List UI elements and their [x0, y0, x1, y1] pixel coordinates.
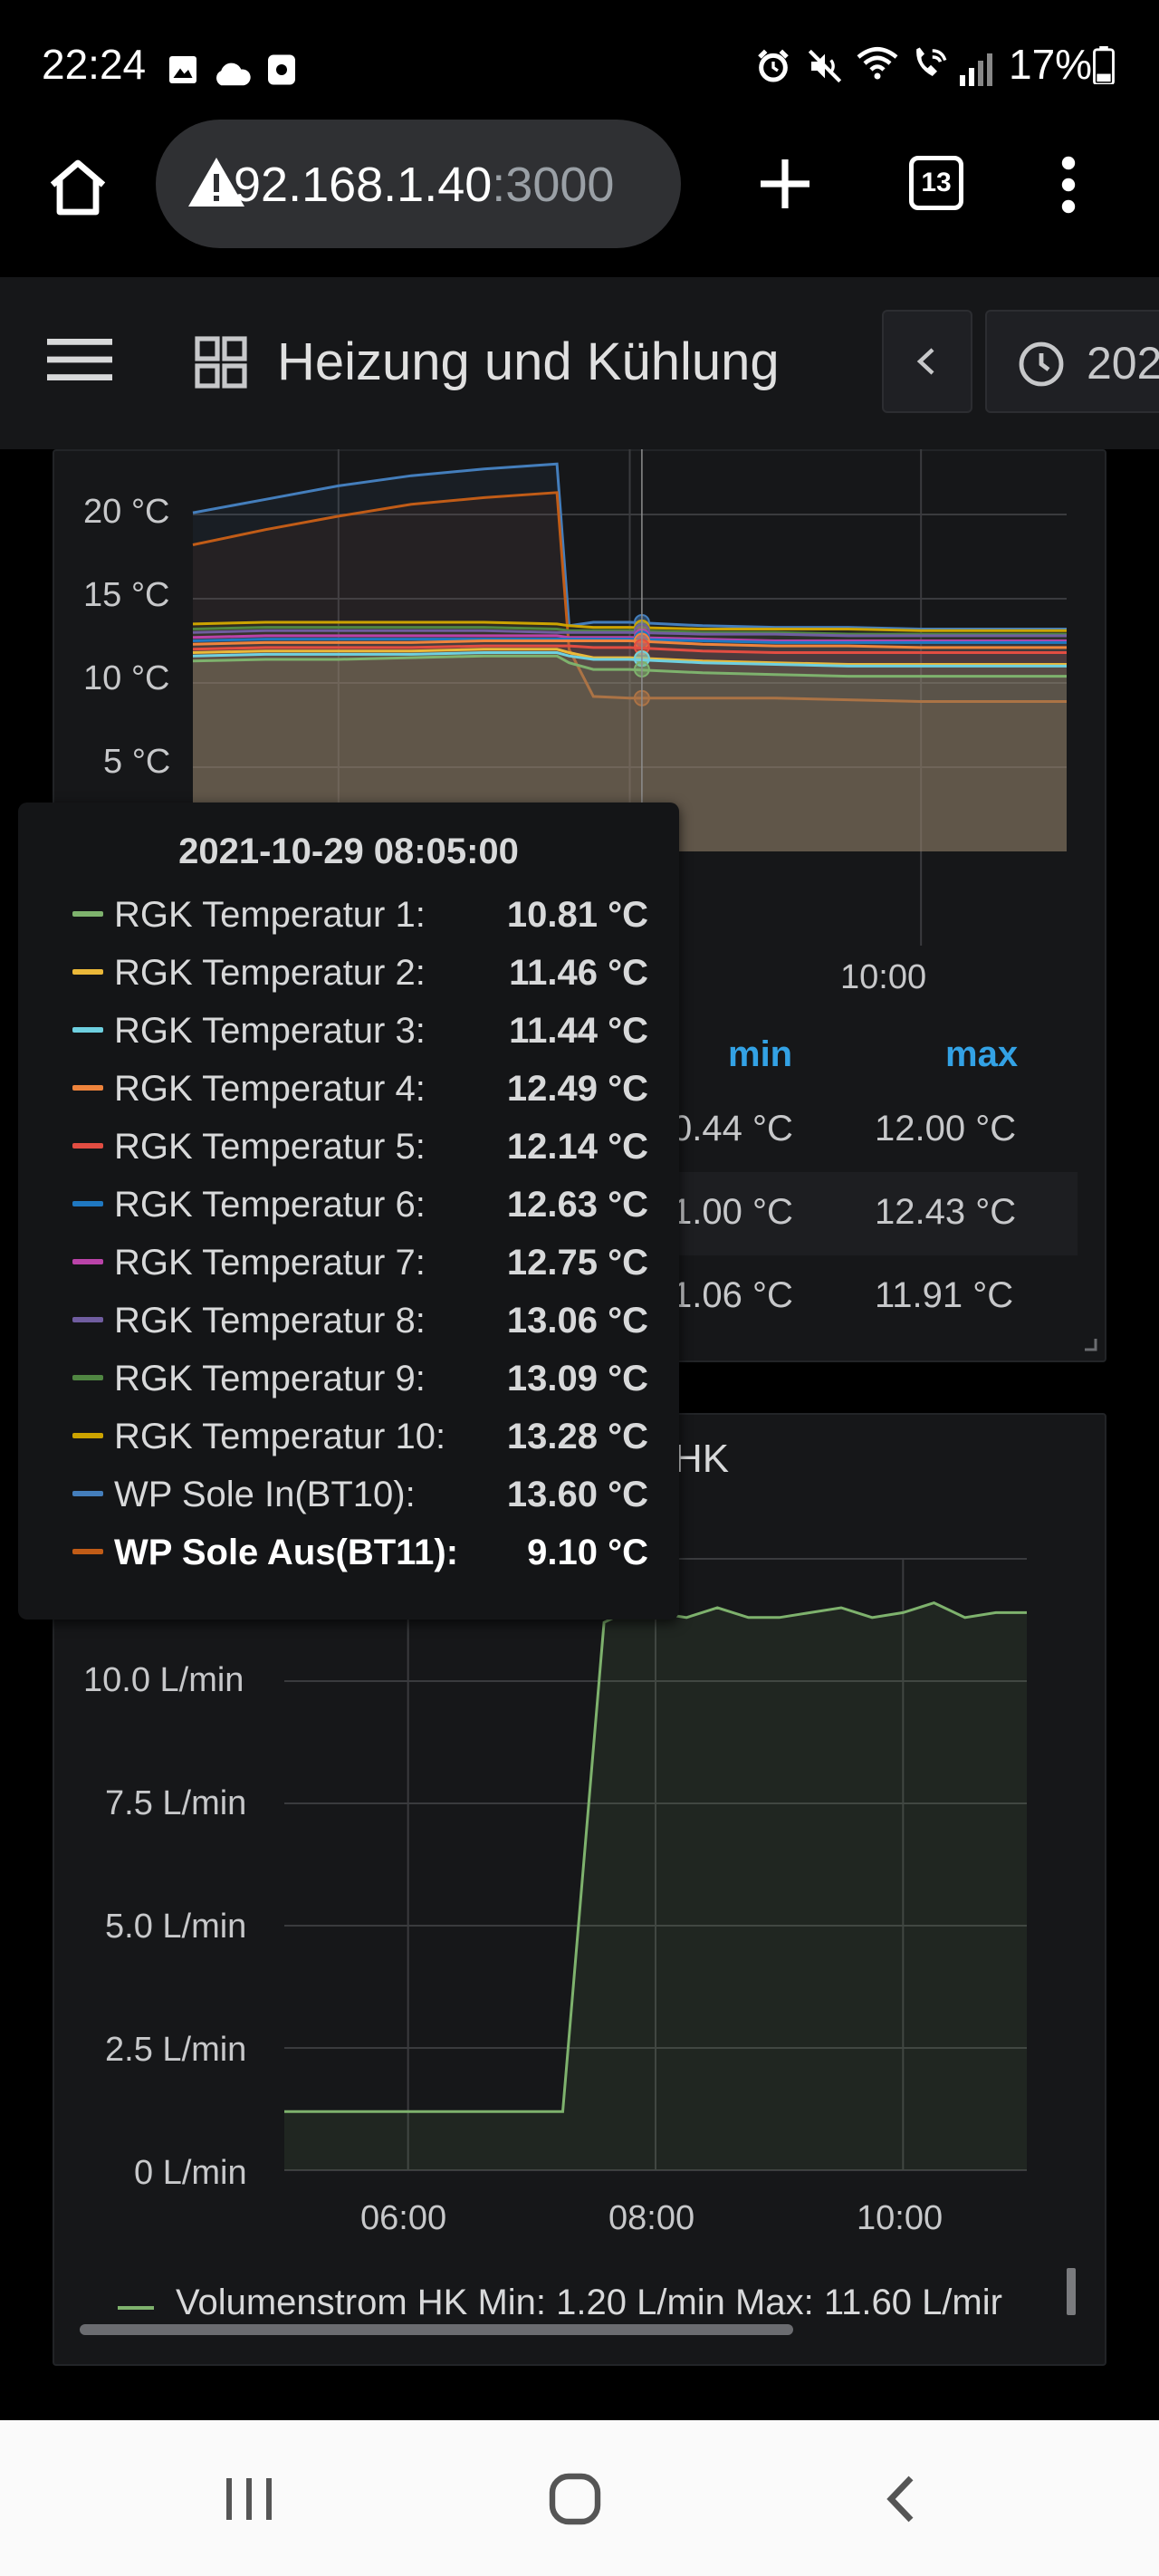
- tooltip-swatch: [72, 1549, 103, 1554]
- recent-apps-icon[interactable]: [223, 2475, 277, 2528]
- url-port: :3000: [492, 158, 615, 212]
- flow-x-tick: 08:00: [608, 2199, 695, 2237]
- legend-max-value: 12.43 °C: [875, 1192, 1017, 1232]
- flow-y-tick: 0 L/min: [134, 2154, 247, 2192]
- url-text[interactable]: 92.168.1.40:3000: [234, 157, 614, 213]
- legend-header-min[interactable]: min: [728, 1034, 792, 1075]
- back-nav-icon[interactable]: [882, 2473, 918, 2530]
- dashboard-title[interactable]: Heizung und Kühlung: [277, 332, 780, 392]
- new-tab-button[interactable]: [757, 156, 813, 216]
- status-bar: 22:24 17%: [0, 0, 1159, 127]
- time-range-text: 202: [1087, 338, 1159, 389]
- menu-icon[interactable]: [47, 339, 112, 385]
- status-time: 22:24: [42, 41, 147, 88]
- flow-y-tick: 2.5 L/min: [105, 2031, 247, 2069]
- tooltip-row: RGK Temperatur 9: 13.09 °C: [54, 1351, 670, 1406]
- home-nav-icon[interactable]: [547, 2471, 603, 2532]
- tooltip-swatch: [72, 1491, 103, 1496]
- tab-count: 13: [921, 168, 952, 197]
- cloud-icon: [212, 49, 252, 98]
- tooltip-swatch: [72, 1085, 103, 1091]
- flow-legend-swatch: [118, 2306, 154, 2310]
- tooltip-row: RGK Temperatur 1: 10.81 °C: [54, 888, 670, 942]
- legend-max-value: 12.00 °C: [875, 1109, 1017, 1149]
- time-back-button[interactable]: [882, 310, 972, 413]
- flow-legend-text[interactable]: Volumenstrom HK Min: 1.20 L/min Max: 11.…: [176, 2283, 1079, 2323]
- tooltip-row: RGK Temperatur 7: 12.75 °C: [54, 1235, 670, 1290]
- tooltip-row-active: WP Sole Aus(BT11): 9.10 °C: [54, 1525, 670, 1580]
- tooltip-row: RGK Temperatur 8: 13.06 °C: [54, 1293, 670, 1348]
- mute-icon: [806, 45, 844, 94]
- clock-icon: [1019, 341, 1064, 387]
- legend-max-value: 11.91 °C: [875, 1275, 1014, 1315]
- alarm-icon: [755, 45, 791, 94]
- tooltip-swatch: [72, 1375, 103, 1380]
- flow-y-tick: 7.5 L/min: [105, 1784, 247, 1822]
- legend-horizontal-scrollbar[interactable]: [80, 2324, 793, 2335]
- tooltip-swatch: [72, 1201, 103, 1206]
- flow-y-tick: 10.0 L/min: [83, 1661, 244, 1699]
- battery-percent: 17%: [1009, 41, 1093, 88]
- dashboard-grid-icon: [194, 335, 248, 394]
- flow-series-area: [284, 1602, 1027, 2170]
- tooltip-swatch: [72, 1259, 103, 1264]
- wifi-icon: [855, 43, 900, 92]
- gallery-icon: [167, 47, 199, 96]
- flow-y-tick: 5.0 L/min: [105, 1908, 247, 1946]
- tooltip-row: RGK Temperatur 6: 12.63 °C: [54, 1177, 670, 1232]
- tooltip-row: RGK Temperatur 5: 12.14 °C: [54, 1120, 670, 1174]
- temp-y-tick: 15 °C: [83, 576, 170, 614]
- flow-x-tick: 10:00: [857, 2199, 943, 2237]
- tooltip-row: RGK Temperatur 10: 13.28 °C: [54, 1409, 670, 1464]
- legend-min-value: 0.44 °C: [672, 1109, 793, 1149]
- legend-vertical-scrollbar[interactable]: [1067, 2268, 1076, 2315]
- flow-x-tick: 06:00: [360, 2199, 447, 2237]
- tab-switcher-button[interactable]: 13: [909, 156, 963, 210]
- temp-y-tick: 5 °C: [103, 743, 171, 781]
- tooltip-row: RGK Temperatur 3: 11.44 °C: [54, 1004, 670, 1058]
- temp-y-tick: 20 °C: [83, 493, 170, 531]
- graph-tooltip: 2021-10-29 08:05:00 RGK Temperatur 1: 10.…: [18, 803, 679, 1620]
- tooltip-swatch: [72, 1433, 103, 1438]
- battery-icon: [1092, 45, 1116, 94]
- url-host: 92.168.1.40: [234, 158, 493, 212]
- tooltip-time: 2021-10-29 08:05:00: [178, 831, 519, 871]
- legend-header-max[interactable]: max: [945, 1034, 1018, 1075]
- wifi-call-icon: [909, 43, 953, 92]
- tooltip-row: RGK Temperatur 4: 12.49 °C: [54, 1062, 670, 1116]
- temp-y-tick: 10 °C: [83, 659, 170, 697]
- more-menu-icon[interactable]: [1056, 156, 1081, 218]
- legend-min-value: 1.06 °C: [672, 1275, 793, 1315]
- legend-min-value: 1.00 °C: [672, 1192, 793, 1232]
- panel-resize-handle[interactable]: [1083, 1337, 1097, 1356]
- tooltip-row: RGK Temperatur 2: 11.46 °C: [54, 946, 670, 1000]
- signal-icon: [958, 47, 994, 96]
- tooltip-row: WP Sole In(BT10): 13.60 °C: [54, 1467, 670, 1522]
- screenshot-icon: [266, 47, 297, 96]
- tooltip-swatch: [72, 911, 103, 917]
- tooltip-swatch: [72, 1027, 103, 1033]
- home-button[interactable]: [45, 156, 110, 222]
- tooltip-swatch: [72, 1143, 103, 1149]
- tooltip-swatch: [72, 1317, 103, 1322]
- temp-x-tick: 10:00: [840, 958, 927, 996]
- time-picker-button[interactable]: 202: [985, 310, 1159, 413]
- tooltip-swatch: [72, 969, 103, 975]
